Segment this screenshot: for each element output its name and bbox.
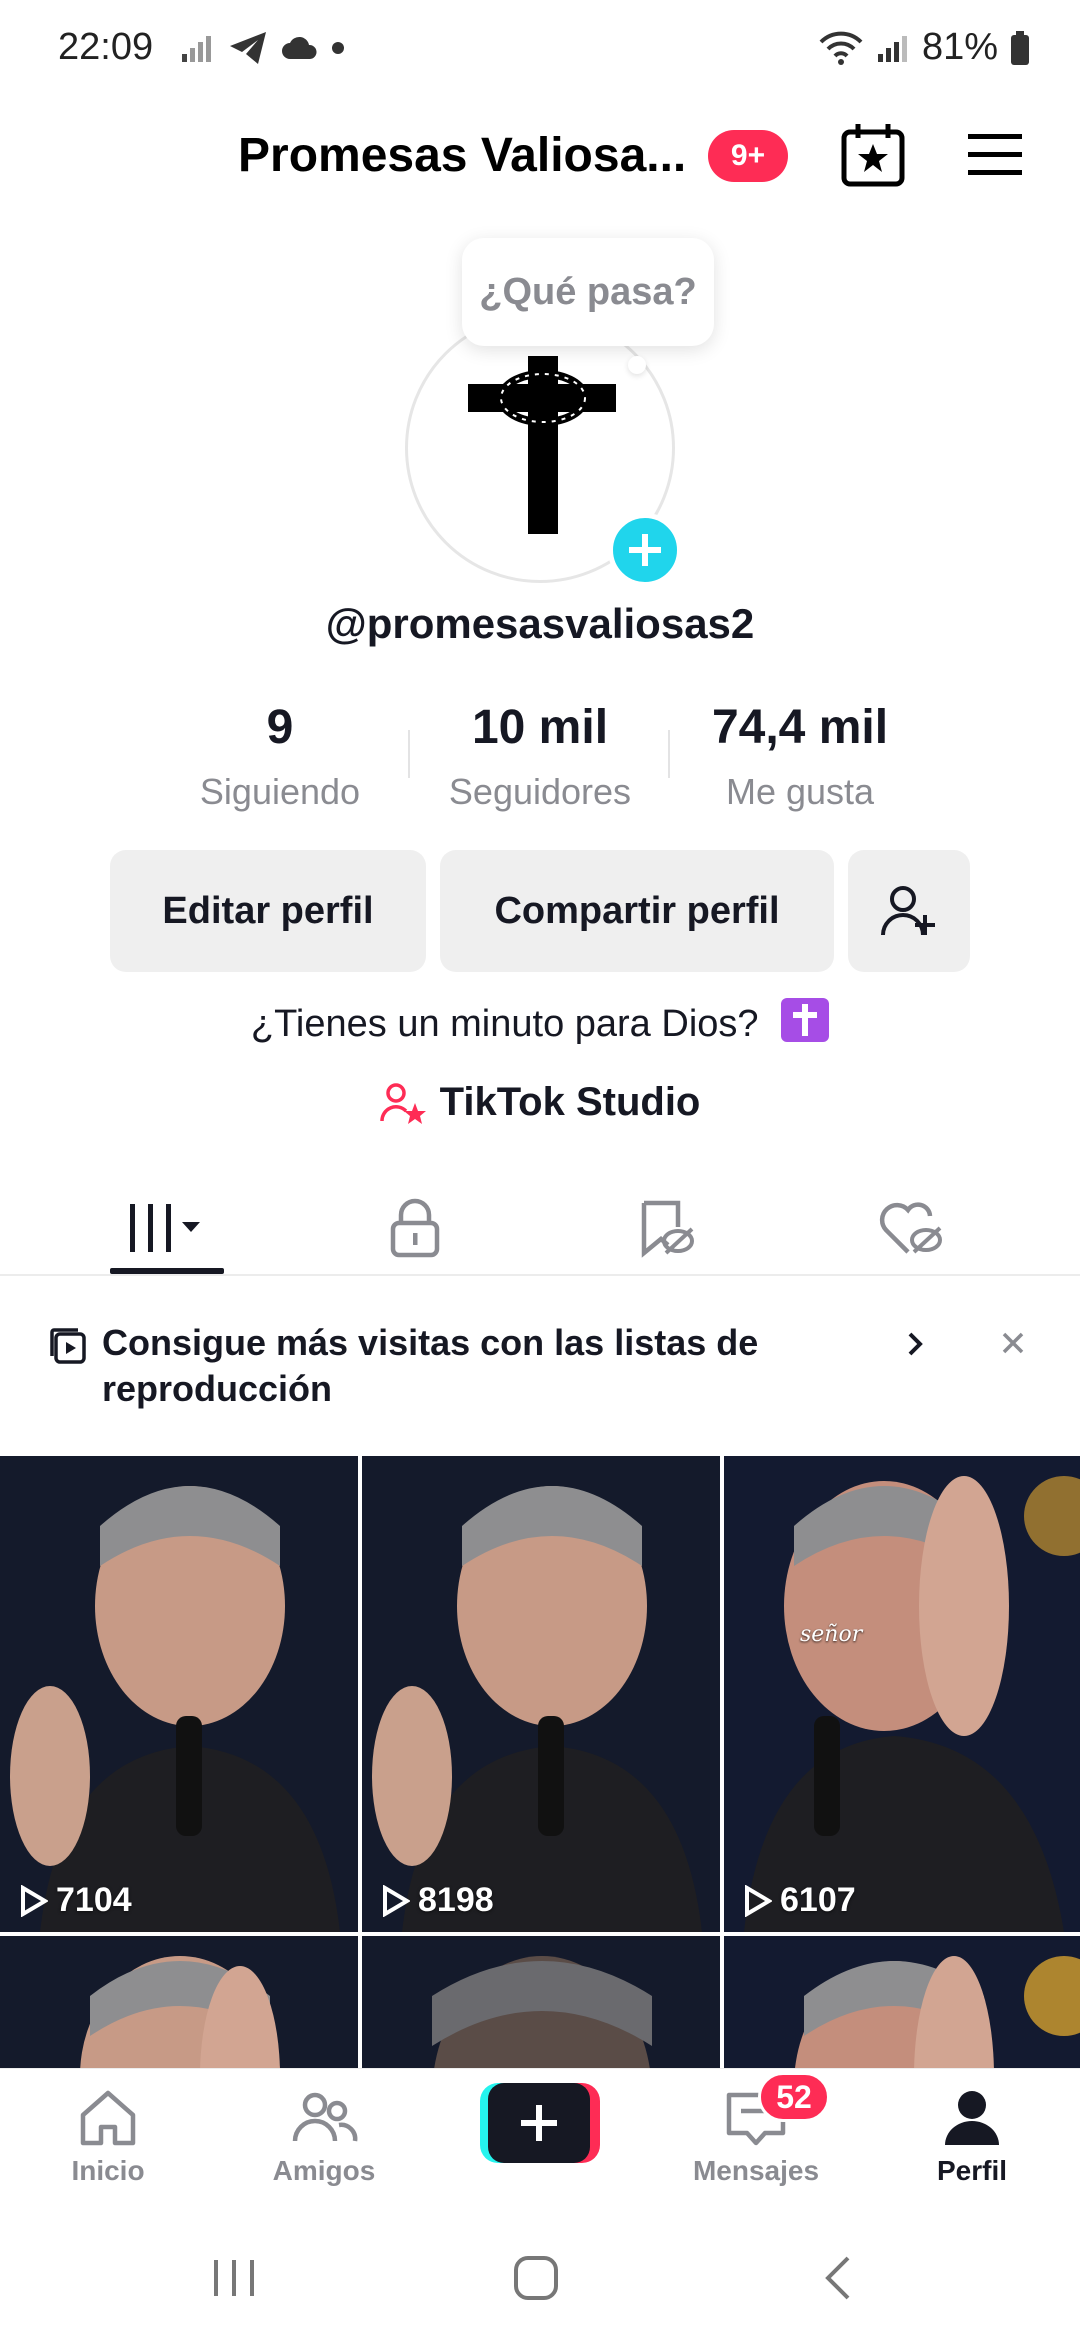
video-frame-image	[362, 1456, 720, 1932]
stat-label: Seguidores	[448, 771, 632, 812]
stat-value: 9	[266, 701, 294, 754]
tab-private[interactable]	[350, 1180, 480, 1276]
stat-following[interactable]: 9 Siguiendo	[150, 700, 410, 813]
stat-likes[interactable]: 74,4 mil Me gusta	[670, 700, 930, 813]
add-friend-button[interactable]	[848, 850, 970, 972]
nav-label: Amigos	[272, 2155, 376, 2186]
video-frame-image	[362, 1936, 720, 2068]
playlist-icon	[50, 1328, 86, 1364]
studio-user-star-icon	[379, 1082, 426, 1124]
profile-tabs	[0, 1180, 1080, 1276]
nav-label: Inicio	[71, 2155, 145, 2186]
bio: ¿Tienes un minuto para Dios?	[0, 998, 1080, 1046]
status-bar: 22:09 81%	[0, 0, 1080, 100]
play-icon	[21, 1884, 48, 1917]
tab-videos[interactable]	[102, 1180, 232, 1276]
telegram-icon	[230, 32, 266, 64]
profile-stats: 9 Siguiendo 10 mil Seguidores 74,4 mil M…	[0, 700, 1080, 830]
saved-hidden-icon	[641, 1200, 695, 1258]
edit-profile-button[interactable]: Editar perfil	[110, 850, 426, 972]
plus-icon	[629, 534, 661, 566]
video-frame-image	[0, 1456, 358, 1932]
play-icon	[383, 1884, 410, 1917]
view-count: 8198	[380, 1881, 494, 1920]
video-caption: señor	[800, 1622, 863, 1647]
tab-liked[interactable]	[846, 1180, 976, 1276]
view-count-value: 6107	[780, 1881, 856, 1919]
active-tab-indicator	[110, 1268, 224, 1274]
friends-icon	[292, 2092, 358, 2142]
chevron-right-icon[interactable]	[900, 1324, 930, 1364]
top-bar: Promesas Valiosa... 9+	[0, 110, 1080, 200]
bottom-nav: Inicio Amigos Mensajes Perfil	[0, 2068, 1080, 2218]
banner-text: Consigue más visitas con las listas de r…	[102, 1322, 759, 1409]
cloud-icon	[282, 36, 317, 59]
stat-label: Me gusta	[725, 771, 875, 812]
playlist-banner[interactable]: Consigue más visitas con las listas de r…	[0, 1300, 1080, 1450]
view-count-value: 8198	[418, 1881, 494, 1919]
status-bubble[interactable]: ¿Qué pasa?	[462, 238, 714, 346]
bubble-tail	[628, 356, 646, 374]
share-profile-button[interactable]: Compartir perfil	[440, 850, 834, 972]
stat-label: Siguiendo	[199, 771, 361, 812]
stat-value: 10 mil	[471, 701, 609, 754]
video-thumbnail[interactable]	[724, 1936, 1080, 2068]
add-avatar-button[interactable]	[608, 513, 682, 587]
video-frame-image	[724, 1936, 1080, 2068]
signal-off-icon	[182, 36, 211, 62]
view-count: 6107	[742, 1881, 856, 1920]
back-icon[interactable]	[810, 2248, 870, 2308]
tab-saved[interactable]	[600, 1180, 730, 1276]
nav-label: Mensajes	[692, 2155, 820, 2186]
add-user-icon	[881, 886, 935, 936]
view-count-value: 7104	[56, 1881, 132, 1919]
tiktok-studio-link[interactable]: TikTok Studio	[0, 1080, 1080, 1125]
calendar-star-icon[interactable]	[838, 120, 908, 190]
video-thumbnail[interactable]	[362, 1936, 720, 2068]
notification-badge[interactable]: 9+	[708, 130, 788, 182]
username: @promesasvaliosas2	[325, 600, 755, 647]
video-frame-image	[724, 1456, 1080, 1932]
studio-label: TikTok Studio	[439, 1080, 701, 1124]
account-name[interactable]: Promesas Valiosa...	[238, 128, 686, 183]
view-count: 7104	[18, 1881, 132, 1920]
video-grid: 7104 8198 señor 6107	[0, 1456, 1080, 2068]
video-frame-image	[0, 1936, 358, 2068]
wifi-icon	[819, 31, 863, 65]
video-thumbnail[interactable]: señor 6107	[724, 1456, 1080, 1932]
profile-icon	[945, 2091, 999, 2145]
stat-followers[interactable]: 10 mil Seguidores	[410, 700, 670, 813]
recent-apps-icon[interactable]	[204, 2248, 264, 2308]
videos-grid-icon	[130, 1204, 200, 1252]
system-nav-bar	[0, 2218, 1080, 2340]
video-thumbnail[interactable]: 7104	[0, 1456, 358, 1932]
signal-icon	[877, 35, 907, 62]
battery-percent: 81%	[921, 26, 998, 68]
liked-hidden-icon	[879, 1202, 943, 1254]
cross-emoji-icon	[781, 998, 830, 1042]
messages-badge: 52	[758, 2072, 830, 2122]
avatar[interactable]	[405, 313, 682, 587]
video-thumbnail[interactable]: 8198	[362, 1456, 720, 1932]
menu-icon[interactable]	[964, 128, 1026, 182]
nav-home[interactable]: Inicio	[18, 2083, 198, 2187]
nav-friends[interactable]: Amigos	[234, 2083, 414, 2187]
nav-label: Perfil	[936, 2155, 1008, 2186]
lock-icon	[390, 1198, 440, 1258]
video-thumbnail[interactable]	[0, 1936, 358, 2068]
dot-icon	[332, 42, 344, 54]
stat-value: 74,4 mil	[711, 701, 889, 754]
close-icon[interactable]	[996, 1326, 1030, 1360]
nav-profile[interactable]: Perfil	[882, 2083, 1062, 2187]
bio-text: ¿Tienes un minuto para Dios?	[250, 1003, 759, 1045]
create-button[interactable]	[480, 2083, 600, 2163]
battery-icon	[1011, 30, 1029, 65]
home-icon	[80, 2090, 136, 2146]
plus-icon	[521, 2105, 557, 2141]
home-button-icon[interactable]	[506, 2248, 566, 2308]
status-time: 22:09	[58, 26, 154, 68]
play-icon	[745, 1884, 772, 1917]
